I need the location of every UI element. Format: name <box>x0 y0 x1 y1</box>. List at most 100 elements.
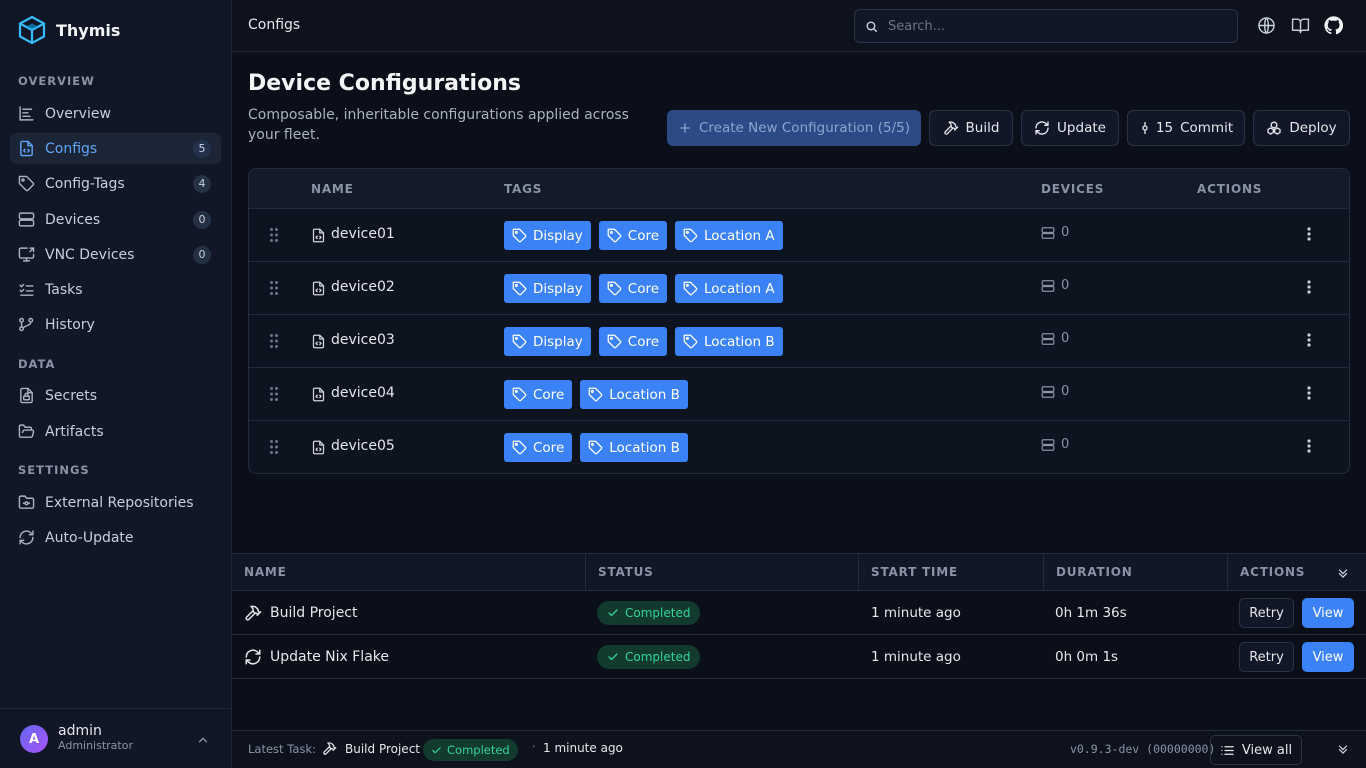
start-time: 1 minute ago <box>871 649 961 665</box>
table-row[interactable]: device02 Display Core Location A 0 <box>249 262 1349 315</box>
latest-task-time: 1 minute ago <box>543 741 623 755</box>
tag-icon <box>607 228 622 243</box>
header-devices: DEVICES <box>1041 182 1105 196</box>
config-tag[interactable]: Core <box>598 327 668 356</box>
commit-count: 15 <box>1155 120 1174 136</box>
more-vertical-icon[interactable] <box>1307 280 1311 294</box>
view-button[interactable]: View <box>1302 598 1354 628</box>
config-tag[interactable]: Location A <box>675 274 783 303</box>
latest-task[interactable]: Build Project <box>322 741 420 756</box>
topbar: Configs <box>232 0 1366 52</box>
task-name-label: Build Project <box>270 605 358 621</box>
sidebar: Thymis OVERVIEW Overview Configs 5 Confi… <box>0 0 232 768</box>
device-count-value: 0 <box>1061 225 1070 240</box>
sidebar-item-devices[interactable]: Devices 0 <box>10 204 221 235</box>
search-input[interactable] <box>888 18 1218 34</box>
chevrons-down-icon[interactable] <box>1336 565 1350 581</box>
config-name[interactable]: device04 <box>331 385 395 401</box>
section-settings-heading: SETTINGS <box>18 463 90 477</box>
config-tag[interactable]: Core <box>504 433 573 462</box>
drag-handle-icon[interactable] <box>269 386 279 402</box>
user-menu[interactable]: A admin Administrator <box>0 708 231 768</box>
header-start-time: START TIME <box>859 554 1044 590</box>
drag-handle-icon[interactable] <box>269 280 279 296</box>
sidebar-item-history[interactable]: History <box>10 309 221 340</box>
config-name[interactable]: device05 <box>331 438 395 454</box>
device-count-value: 0 <box>1061 384 1070 399</box>
build-label: Build <box>965 120 1000 136</box>
config-tag[interactable]: Display <box>504 221 591 250</box>
git-history-icon <box>18 316 35 333</box>
sidebar-item-auto-update[interactable]: Auto-Update <box>10 522 221 553</box>
chart-icon <box>18 105 35 122</box>
drag-handle-icon[interactable] <box>269 227 279 243</box>
table-row[interactable]: device04 Core Location B 0 <box>249 368 1349 421</box>
sidebar-item-secrets[interactable]: Secrets <box>10 380 221 411</box>
more-vertical-icon[interactable] <box>1307 333 1311 347</box>
config-tag[interactable]: Location A <box>675 221 783 250</box>
brand[interactable]: Thymis <box>18 15 120 45</box>
retry-button[interactable]: Retry <box>1239 598 1294 628</box>
count-badge: 5 <box>193 139 211 158</box>
sidebar-item-tasks[interactable]: Tasks <box>10 274 221 305</box>
tag-icon <box>512 440 527 455</box>
thymis-logo-icon <box>18 15 46 45</box>
device-count: 0 <box>1041 278 1069 293</box>
update-button[interactable]: Update <box>1021 110 1119 146</box>
config-tag[interactable]: Location B <box>580 433 688 462</box>
config-name[interactable]: device03 <box>331 332 395 348</box>
breadcrumb[interactable]: Configs <box>248 17 300 33</box>
globe-icon[interactable] <box>1257 16 1276 35</box>
page-title: Device Configurations <box>248 71 521 96</box>
sidebar-item-label: External Repositories <box>45 494 194 511</box>
config-tag[interactable]: Core <box>504 380 573 409</box>
drag-handle-icon[interactable] <box>269 439 279 455</box>
book-open-icon[interactable] <box>1291 16 1310 35</box>
sidebar-item-artifacts[interactable]: Artifacts <box>10 416 221 447</box>
tasks-panel: NAME STATUS START TIME DURATION ACTIONS … <box>232 553 1366 731</box>
sidebar-item-external-repositories[interactable]: External Repositories <box>10 487 221 518</box>
tag-label: Location A <box>704 227 775 244</box>
config-name[interactable]: device02 <box>331 279 395 295</box>
config-tag[interactable]: Core <box>598 221 668 250</box>
create-configuration-button[interactable]: Create New Configuration (5/5) <box>667 110 921 146</box>
sidebar-item-overview[interactable]: Overview <box>10 98 221 129</box>
duration: 0h 0m 1s <box>1055 649 1119 665</box>
sidebar-item-config-tags[interactable]: Config-Tags 4 <box>10 168 221 199</box>
deploy-button[interactable]: Deploy <box>1253 110 1350 146</box>
github-icon[interactable] <box>1324 16 1343 35</box>
more-vertical-icon[interactable] <box>1307 227 1311 241</box>
config-tag[interactable]: Display <box>504 274 591 303</box>
config-tag[interactable]: Location B <box>580 380 688 409</box>
view-all-button[interactable]: View all <box>1210 735 1302 765</box>
retry-button[interactable]: Retry <box>1239 642 1294 672</box>
config-tag[interactable]: Display <box>504 327 591 356</box>
tag-list: Display Core Location A <box>504 274 783 303</box>
task-row: Build Project Completed 1 minute ago 0h … <box>232 591 1366 635</box>
drag-handle-icon[interactable] <box>269 333 279 349</box>
sidebar-item-configs[interactable]: Configs 5 <box>10 133 221 164</box>
latest-task-label: Latest Task: <box>248 742 316 756</box>
config-tag[interactable]: Core <box>598 274 668 303</box>
more-vertical-icon[interactable] <box>1307 386 1311 400</box>
search-box[interactable] <box>854 9 1238 43</box>
build-button[interactable]: Build <box>929 110 1013 146</box>
table-row[interactable]: device05 Core Location B 0 <box>249 421 1349 473</box>
tag-icon <box>588 440 603 455</box>
chevrons-down-icon[interactable] <box>1336 741 1350 757</box>
config-name[interactable]: device01 <box>331 226 395 242</box>
count-badge: 4 <box>193 174 211 193</box>
chevron-up-icon[interactable] <box>196 733 210 747</box>
table-row[interactable]: device03 Display Core Location B 0 <box>249 315 1349 368</box>
more-vertical-icon[interactable] <box>1307 439 1311 453</box>
deploy-label: Deploy <box>1289 120 1337 136</box>
table-row[interactable]: device01 Display Core Location A 0 <box>249 209 1349 262</box>
tag-label: Core <box>627 227 660 244</box>
tag-label: Display <box>533 280 583 297</box>
sidebar-item-label: Overview <box>45 105 111 122</box>
sidebar-item-vnc-devices[interactable]: VNC Devices 0 <box>10 239 221 270</box>
config-tag[interactable]: Location B <box>675 327 783 356</box>
view-button[interactable]: View <box>1302 642 1354 672</box>
user-role: Administrator <box>58 739 133 752</box>
commit-button[interactable]: 15 Commit <box>1127 110 1245 146</box>
